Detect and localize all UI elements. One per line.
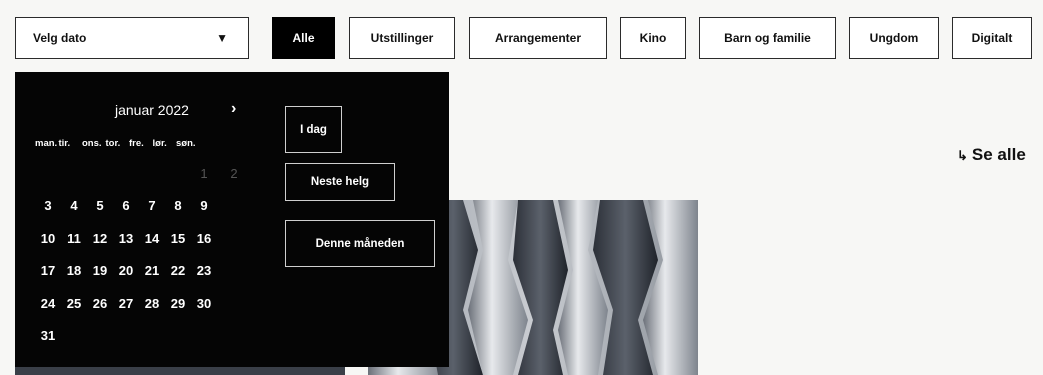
calendar-day[interactable]: 2 (221, 166, 247, 181)
weekday-header-row: man. tir. ons. tor. fre. lør. søn. (35, 138, 200, 149)
calendar-day[interactable]: 13 (113, 231, 139, 246)
this-month-button[interactable]: Denne måneden (285, 220, 435, 267)
filter-label: Barn og familie (724, 31, 811, 45)
weekday-label: søn. (176, 138, 196, 149)
calendar-header: januar 2022 › (35, 100, 245, 122)
calendar-day[interactable]: 5 (87, 198, 113, 213)
filter-barn-og-familie-button[interactable]: Barn og familie (699, 17, 836, 59)
calendar-day[interactable]: 31 (35, 328, 61, 343)
calendar-day[interactable]: 7 (139, 198, 165, 213)
date-select-dropdown[interactable]: Velg dato ▼ (15, 17, 249, 59)
calendar-day[interactable]: 6 (113, 198, 139, 213)
calendar-day[interactable]: 29 (165, 296, 191, 311)
filter-digitalt-button[interactable]: Digitalt (952, 17, 1032, 59)
calendar-day[interactable]: 11 (61, 231, 87, 246)
calendar-day[interactable]: 23 (191, 263, 217, 278)
next-weekend-button[interactable]: Neste helg (285, 163, 395, 201)
page: Velg dato ▼ Alle Utstillinger Arrangemen… (0, 0, 1043, 375)
calendar-day[interactable]: 10 (35, 231, 61, 246)
filter-label: Kino (639, 31, 667, 45)
calendar-day[interactable]: 16 (191, 231, 217, 246)
calendar-day[interactable]: 9 (191, 198, 217, 213)
return-arrow-icon: ↳ (957, 148, 968, 163)
date-select-label: Velg dato (33, 31, 87, 45)
caret-down-icon: ▼ (216, 31, 228, 45)
filter-utstillinger-button[interactable]: Utstillinger (349, 17, 455, 59)
calendar-day[interactable]: 26 (87, 296, 113, 311)
chevron-right-icon[interactable]: › (231, 100, 236, 118)
filter-label: Digitalt (971, 31, 1013, 45)
filter-kino-button[interactable]: Kino (620, 17, 686, 59)
calendar-day[interactable]: 19 (87, 263, 113, 278)
quick-range-label: Neste helg (310, 176, 370, 188)
calendar-day[interactable]: 12 (87, 231, 113, 246)
month-label: januar 2022 (115, 102, 189, 118)
calendar-day[interactable]: 17 (35, 263, 61, 278)
filter-alle-button[interactable]: Alle (272, 17, 335, 59)
see-all-link[interactable]: ↳ Se alle (957, 145, 1026, 165)
calendar-day[interactable]: 28 (139, 296, 165, 311)
calendar-day[interactable]: 30 (191, 296, 217, 311)
filter-label: Ungdom (869, 31, 919, 45)
calendar-day[interactable]: 20 (113, 263, 139, 278)
calendar-day[interactable]: 1 (191, 166, 217, 181)
calendar-day[interactable]: 25 (61, 296, 87, 311)
see-all-label: Se alle (971, 145, 1026, 164)
filter-arrangementer-button[interactable]: Arrangementer (469, 17, 607, 59)
filter-label: Alle (292, 31, 315, 45)
calendar-day[interactable]: 18 (61, 263, 87, 278)
calendar-day[interactable]: 15 (165, 231, 191, 246)
weekday-label: man. (35, 138, 58, 149)
filter-ungdom-button[interactable]: Ungdom (849, 17, 939, 59)
quick-range-label: Denne måneden (315, 237, 405, 250)
calendar-day[interactable]: 24 (35, 296, 61, 311)
calendar-day[interactable]: 21 (139, 263, 165, 278)
quick-range-label: I dag (300, 123, 327, 136)
calendar-day[interactable]: 3 (35, 198, 61, 213)
filter-label: Arrangementer (494, 31, 582, 45)
weekday-label: tor. (105, 138, 121, 149)
weekday-label: tir. (58, 138, 71, 149)
calendar-day[interactable]: 27 (113, 296, 139, 311)
today-button[interactable]: I dag (285, 106, 342, 153)
weekday-label: ons. (82, 138, 102, 149)
filter-label: Utstillinger (370, 31, 434, 45)
calendar-day[interactable]: 4 (61, 198, 87, 213)
calendar-day[interactable]: 22 (165, 263, 191, 278)
calendar-day[interactable]: 8 (165, 198, 191, 213)
weekday-label: lør. (152, 138, 167, 149)
weekday-label: fre. (129, 138, 144, 149)
calendar-day[interactable]: 14 (139, 231, 165, 246)
date-picker-popup: januar 2022 › man. tir. ons. tor. fre. l… (15, 72, 449, 367)
